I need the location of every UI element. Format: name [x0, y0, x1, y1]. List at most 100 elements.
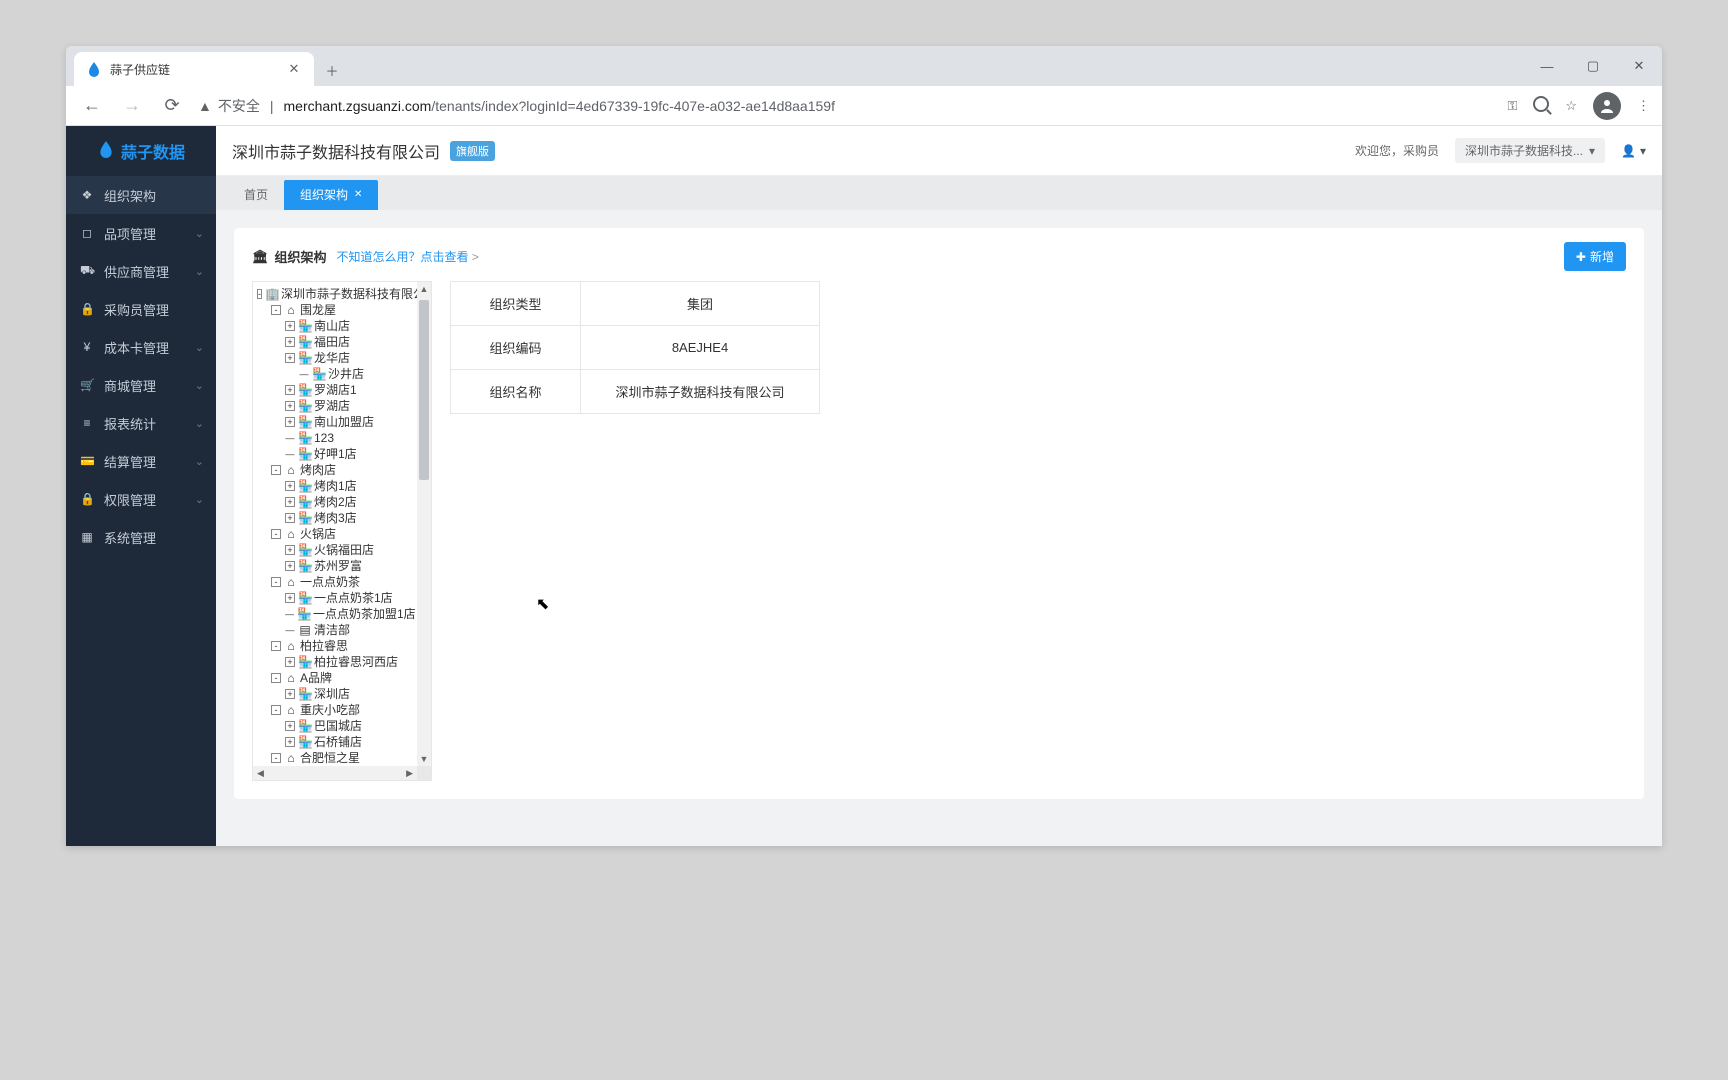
sidebar-item-4[interactable]: ¥成本卡管理⌄	[66, 328, 216, 366]
tree-node[interactable]: -⌂火锅店	[255, 526, 415, 542]
tree-node[interactable]: +🏪火锅福田店	[255, 542, 415, 558]
close-icon[interactable]: ✕	[354, 186, 362, 204]
help-link[interactable]: 不知道怎么用？点击查看 >	[337, 248, 479, 265]
tree-node[interactable]: +🏪烤肉1店	[255, 478, 415, 494]
tree-node[interactable]: +🏪罗湖店1	[255, 382, 415, 398]
tree-node[interactable]: +🏪福田店	[255, 334, 415, 350]
tree-node[interactable]: —🏪好呷1店	[255, 446, 415, 462]
sidebar-item-5[interactable]: 🛒商城管理⌄	[66, 366, 216, 404]
page-tab-0[interactable]: 首页	[228, 180, 284, 210]
tree-node[interactable]: +🏪烤肉3店	[255, 510, 415, 526]
tree-toggle[interactable]: +	[285, 721, 295, 731]
sidebar-item-1[interactable]: ◻品项管理⌄	[66, 214, 216, 252]
reload-button[interactable]: ⟳	[158, 95, 186, 116]
tree-node[interactable]: +🏪巴国城店	[255, 718, 415, 734]
sidebar-item-2[interactable]: ⛟供应商管理⌄	[66, 252, 216, 290]
tree-toggle[interactable]: +	[285, 689, 295, 699]
sidebar-item-8[interactable]: 🔒权限管理⌄	[66, 480, 216, 518]
tree-node[interactable]: +🏪柏拉睿思河西店	[255, 654, 415, 670]
add-button[interactable]: ✚ 新增	[1564, 242, 1626, 271]
star-icon[interactable]: ☆	[1565, 98, 1577, 114]
tree-node[interactable]: -⌂柏拉睿思	[255, 638, 415, 654]
tree-node[interactable]: +🏪烤肉2店	[255, 494, 415, 510]
tree-node[interactable]: —🏪一点点奶茶加盟1店	[255, 606, 415, 622]
tree-toggle[interactable]: +	[285, 561, 295, 571]
tree-toggle[interactable]: +	[285, 401, 295, 411]
tree-toggle[interactable]: +	[285, 593, 295, 603]
tree-node[interactable]: +🏪南山店	[255, 318, 415, 334]
tree-node[interactable]: -⌂重庆小吃部	[255, 702, 415, 718]
url-bar[interactable]: ▲ 不安全 | merchant.zgsuanzi.com/tenants/in…	[198, 96, 1495, 116]
user-dropdown[interactable]: 👤 ▾	[1621, 144, 1646, 158]
scrollbar-corner	[417, 766, 431, 780]
tree-toggle[interactable]: +	[285, 353, 295, 363]
sidebar-item-9[interactable]: ▦系统管理	[66, 518, 216, 556]
tree-node[interactable]: +🏪一点点奶茶1店	[255, 590, 415, 606]
kebab-menu-icon[interactable]: ⋮	[1637, 98, 1650, 114]
tree-toggle[interactable]: -	[271, 465, 281, 475]
tree-node[interactable]: +🏪苏州罗富	[255, 558, 415, 574]
sidebar-item-6[interactable]: ≡报表统计⌄	[66, 404, 216, 442]
tree-node[interactable]: -⌂A品牌	[255, 670, 415, 686]
tree-toggle[interactable]: +	[285, 737, 295, 747]
tree-toggle[interactable]: -	[271, 577, 281, 587]
tree-node[interactable]: +🏪石桥铺店	[255, 734, 415, 750]
tree-node[interactable]: -🏢深圳市蒜子数据科技有限公司	[255, 286, 415, 302]
scroll-down-icon[interactable]: ▼	[417, 754, 431, 764]
tree-node[interactable]: +🏪龙华店	[255, 350, 415, 366]
horizontal-scrollbar[interactable]: ◀ ▶	[253, 766, 417, 780]
maximize-button[interactable]: ▢	[1570, 46, 1616, 86]
tree-node[interactable]: +🏪罗湖店	[255, 398, 415, 414]
minimize-button[interactable]: —	[1524, 46, 1570, 86]
tree-toggle[interactable]: -	[271, 305, 281, 315]
tree-node[interactable]: -⌂围龙屋	[255, 302, 415, 318]
tree-toggle[interactable]: +	[285, 513, 295, 523]
tree-toggle[interactable]: +	[285, 497, 295, 507]
tree-toggle[interactable]: -	[271, 705, 281, 715]
browser-tab[interactable]: 蒜子供应链 ✕	[74, 52, 314, 86]
tree-node[interactable]: —🏪123	[255, 430, 415, 446]
tree-node[interactable]: +🏪深圳店	[255, 686, 415, 702]
close-icon[interactable]: ✕	[286, 61, 302, 77]
tree-toggle[interactable]: -	[271, 641, 281, 651]
tree-node[interactable]: +🏪南山加盟店	[255, 414, 415, 430]
new-tab-button[interactable]: ＋	[318, 58, 346, 86]
sidebar-item-3[interactable]: 🔒采购员管理	[66, 290, 216, 328]
page-header: 深圳市蒜子数据科技有限公司 旗舰版 欢迎您，采购员 深圳市蒜子数据科技... ▾…	[216, 126, 1662, 176]
tree-node[interactable]: —🏪沙井店	[255, 366, 415, 382]
sidebar-item-7[interactable]: 💳结算管理⌄	[66, 442, 216, 480]
logo[interactable]: 蒜子数据	[66, 126, 216, 176]
profile-avatar[interactable]	[1593, 92, 1621, 120]
search-icon[interactable]	[1533, 96, 1549, 115]
key-icon[interactable]: ⚿	[1507, 98, 1517, 114]
insecure-site-label: ▲ 不安全	[198, 96, 260, 116]
scroll-right-icon[interactable]: ▶	[406, 768, 413, 779]
vertical-scrollbar[interactable]: ▲ ▼	[417, 282, 431, 766]
tree-node[interactable]: —▤清洁部	[255, 622, 415, 638]
tree-toggle[interactable]: +	[285, 481, 295, 491]
tree-toggle[interactable]: +	[285, 545, 295, 555]
org-dropdown[interactable]: 深圳市蒜子数据科技... ▾	[1455, 138, 1605, 163]
scrollbar-thumb[interactable]	[419, 300, 429, 480]
tree-toggle[interactable]: -	[257, 289, 262, 299]
tree-toggle[interactable]: -	[271, 529, 281, 539]
tree-toggle[interactable]: +	[285, 321, 295, 331]
tree-toggle[interactable]: +	[285, 385, 295, 395]
tree-node-label: 沙井店	[328, 366, 364, 382]
scroll-up-icon[interactable]: ▲	[417, 284, 431, 294]
tree-scroll-area[interactable]: -🏢深圳市蒜子数据科技有限公司-⌂围龙屋+🏪南山店+🏪福田店+🏪龙华店—🏪沙井店…	[253, 282, 417, 766]
tree-toggle[interactable]: -	[271, 673, 281, 683]
tree-toggle[interactable]: -	[271, 753, 281, 763]
tree-node[interactable]: -⌂一点点奶茶	[255, 574, 415, 590]
page-tab-1[interactable]: 组织架构✕	[284, 180, 378, 210]
tree-toggle[interactable]: +	[285, 657, 295, 667]
tree-node[interactable]: -⌂烤肉店	[255, 462, 415, 478]
back-button[interactable]: ←	[78, 95, 106, 116]
tree-toggle[interactable]: +	[285, 417, 295, 427]
forward-button[interactable]: →	[118, 95, 146, 116]
tree-toggle[interactable]: +	[285, 337, 295, 347]
sidebar-item-0[interactable]: ❖组织架构	[66, 176, 216, 214]
scroll-left-icon[interactable]: ◀	[257, 768, 264, 779]
tree-node[interactable]: -⌂合肥恒之星	[255, 750, 415, 766]
close-window-button[interactable]: ✕	[1616, 46, 1662, 86]
